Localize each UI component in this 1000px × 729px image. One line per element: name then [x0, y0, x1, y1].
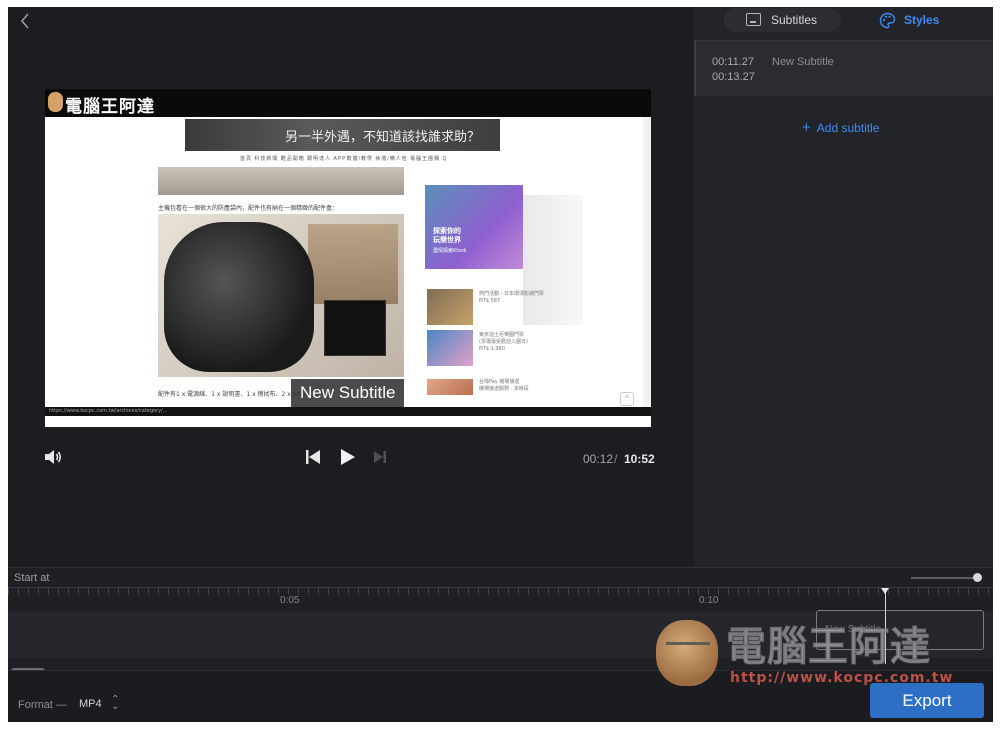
subtitle-start-time: 00:11.27 — [712, 56, 755, 68]
ad-thumb-3 — [427, 379, 473, 395]
add-subtitle-label: Add subtitle — [816, 121, 880, 135]
ad-thumb-2 — [427, 330, 473, 366]
subtitle-clip[interactable]: New Subtitle — [816, 610, 984, 650]
tab-styles-label: Styles — [904, 13, 940, 27]
total-time: 10:52 — [624, 452, 655, 466]
editor-window: 電腦王阿達 另一半外遇，不知道該找誰求助？ 首頁 科技新聞 酷品開箱 聰明達人 … — [8, 7, 993, 722]
ad-thumb-2-text: 東京迪士尼樂園門票 (票選最受歡迎入園日) NT$ 1,980 — [479, 332, 528, 352]
current-time: 00:12 — [583, 452, 614, 466]
tab-subtitles[interactable]: Subtitles — [724, 8, 841, 32]
subtitle-overlay[interactable]: New Subtitle — [291, 379, 405, 407]
ad-thumb-1-text: 熱門活動・日本環球影城門票 NT$ 587 — [479, 291, 545, 304]
subtitle-item-text[interactable]: New Subtitle — [772, 56, 834, 68]
timeline-ruler — [8, 587, 993, 595]
previous-button[interactable] — [305, 449, 321, 470]
zoom-slider-track[interactable] — [911, 577, 977, 579]
logo-mascot-icon — [48, 92, 63, 112]
tab-subtitles-label: Subtitles — [771, 13, 818, 27]
play-icon — [341, 449, 355, 465]
ad-banner: 探索你的 玩樂世界 盡情探索Klook — [425, 185, 523, 269]
browser-status-bar: https://www.kocpc.com.tw/archives/catego… — [45, 407, 651, 416]
playhead[interactable] — [885, 592, 886, 664]
article-photo — [158, 214, 404, 377]
photo-bag — [164, 222, 314, 372]
site-logo-text: 電腦王阿達 — [65, 97, 155, 117]
article-photo-top — [158, 167, 404, 195]
format-label: Format — — [18, 699, 67, 711]
site-banner: 另一半外遇，不知道該找誰求助？ — [185, 119, 500, 151]
export-button[interactable]: Export — [870, 683, 984, 718]
time-separator: / — [614, 452, 618, 466]
chevron-left-icon — [20, 13, 29, 29]
start-at-label: Start at — [14, 572, 50, 584]
site-nav: 首頁 科技新聞 酷品開箱 聰明達人 APP軟體/教學 休閒/懶人包 電腦王團購 … — [240, 156, 448, 162]
side-panel: Subtitles Styles 00:11.27 00:13.27 New S… — [694, 7, 993, 567]
video-preview[interactable]: 電腦王阿達 另一半外遇，不知道該找誰求助？ 首頁 科技新聞 酷品開箱 聰明達人 … — [45, 89, 651, 427]
ad-thumb-3-text: 台灣Pay 機場接送 機場接送服務 · 多時段 — [479, 379, 529, 392]
zoom-slider-handle[interactable] — [973, 573, 982, 582]
banner-text: 另一半外遇，不知道該找誰求助？ — [285, 130, 481, 145]
ad-thumb-1 — [427, 289, 473, 325]
palette-icon — [879, 12, 896, 29]
article-intro-text: 主機包看在一個很大的防塵袋內，配件也有納在一個精緻的配件盒： — [158, 205, 339, 212]
photo-shelf — [308, 224, 398, 304]
photo-box — [324, 300, 386, 356]
article-footer-text: 配件有1 x 電源線、1 x 說明書、1 x 擦拭布、2 x SATA — [158, 391, 308, 398]
format-select[interactable]: MP4 — [79, 698, 102, 710]
timeline[interactable]: Start at 0:05 0:10 New Subtitle — [8, 567, 993, 674]
ad-subtitle: 盡情探索Klook — [433, 248, 467, 254]
ad-fade — [523, 195, 583, 325]
subtitle-list-item[interactable]: 00:11.27 00:13.27 New Subtitle — [694, 41, 993, 96]
subtitle-end-time: 00:13.27 — [712, 71, 755, 83]
plus-icon: + — [802, 119, 811, 136]
volume-icon — [45, 450, 62, 464]
tab-styles[interactable]: Styles — [874, 8, 964, 32]
skip-forward-icon — [374, 451, 386, 463]
volume-button[interactable] — [43, 448, 63, 471]
select-arrows-icon[interactable]: ⌃ ⌄ — [111, 695, 119, 712]
skip-back-icon — [306, 450, 320, 464]
play-button[interactable] — [340, 448, 356, 471]
next-button[interactable] — [373, 450, 387, 469]
tick-label: 0:10 — [699, 595, 719, 606]
scroll-top-icon: ^ — [620, 392, 634, 406]
scrollbar-strip — [643, 117, 651, 407]
subtitles-icon — [746, 13, 761, 26]
bottom-bar: Format — MP4 ⌃ ⌄ Export — [8, 670, 993, 722]
back-button[interactable] — [16, 11, 36, 31]
video-player-area: 電腦王阿達 另一半外遇，不知道該找誰求助？ 首頁 科技新聞 酷品開箱 聰明達人 … — [8, 7, 694, 567]
playhead-handle[interactable] — [881, 588, 889, 594]
add-subtitle-button[interactable]: + Add subtitle — [802, 119, 879, 136]
ad-title: 探索你的 玩樂世界 — [433, 227, 461, 244]
tick-label: 0:05 — [280, 595, 300, 606]
clip-label: New Subtitle — [825, 624, 882, 635]
site-header-bar: 電腦王阿達 — [45, 89, 651, 117]
